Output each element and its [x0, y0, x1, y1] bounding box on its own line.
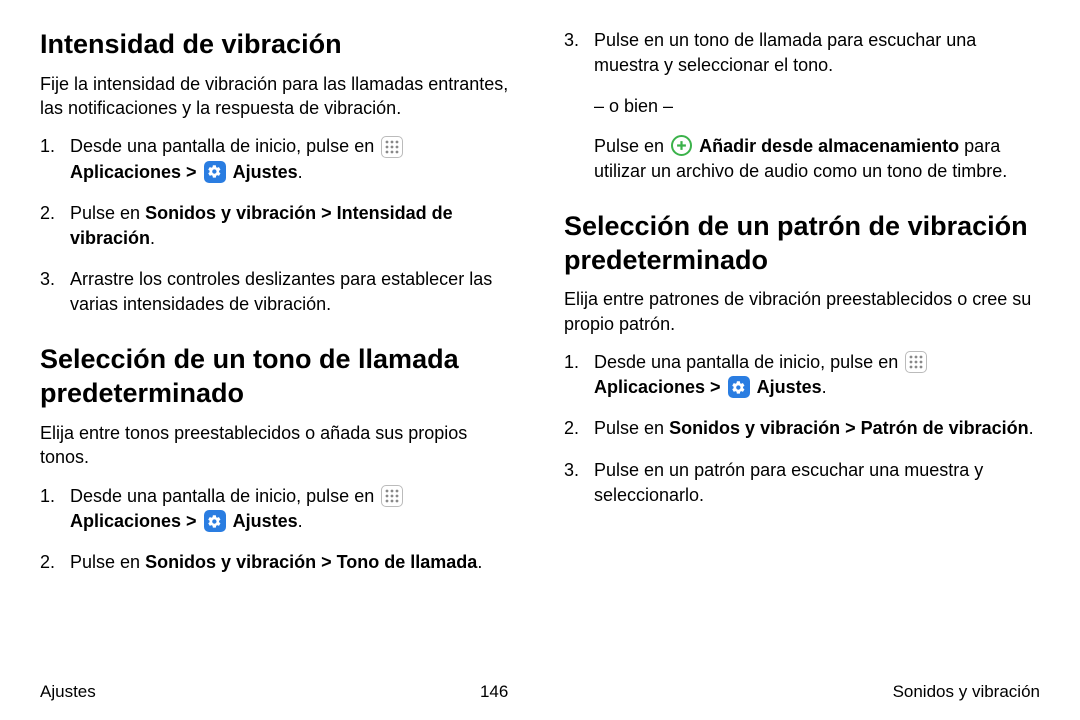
footer-right: Sonidos y vibración	[893, 682, 1040, 702]
footer-left: Ajustes	[40, 682, 96, 702]
heading-default-vibration-pattern: Selección de un patrón de vibración pred…	[564, 210, 1040, 278]
two-column-layout: Intensidad de vibración Fije la intensid…	[40, 28, 1040, 668]
gear-icon	[728, 376, 750, 398]
plus-circle-icon	[671, 135, 692, 156]
step-text-bold: Sonidos y vibración > Patrón de vibració…	[669, 418, 1029, 438]
period: .	[298, 162, 303, 182]
apps-grid-icon	[381, 136, 403, 158]
apps-label: Aplicaciones	[70, 511, 181, 531]
add-label: Añadir desde almacenamiento	[699, 136, 959, 156]
heading-default-ringtone: Selección de un tono de llamada predeter…	[40, 343, 516, 411]
steps-ringtone-continued: Pulse en un tono de llamada para escucha…	[564, 28, 1040, 78]
step-text-pre: Pulse en	[594, 418, 669, 438]
period: .	[477, 552, 482, 572]
gear-icon	[204, 510, 226, 532]
step-text-bold: Sonidos y vibración > Tono de llamada	[145, 552, 477, 572]
intro-default-vibration-pattern: Elija entre patrones de vibración preest…	[564, 287, 1040, 336]
right-column: Pulse en un tono de llamada para escucha…	[564, 28, 1040, 668]
step-text: Desde una pantalla de inicio, pulse en	[70, 486, 379, 506]
apps-label: Aplicaciones	[594, 377, 705, 397]
settings-label: Ajustes	[757, 377, 822, 397]
step-text: Desde una pantalla de inicio, pulse en	[70, 136, 379, 156]
intro-default-ringtone: Elija entre tonos preestablecidos o añad…	[40, 421, 516, 470]
or-divider: – o bien –	[564, 94, 1040, 119]
period: .	[822, 377, 827, 397]
text-pre: Pulse en	[594, 136, 669, 156]
steps-vibration-intensity: Desde una pantalla de inicio, pulse en A…	[40, 134, 516, 317]
step-2: Pulse en Sonidos y vibración > Tono de l…	[40, 550, 516, 575]
step-2: Pulse en Sonidos y vibración > Patrón de…	[564, 416, 1040, 441]
step-3: Pulse en un tono de llamada para escucha…	[564, 28, 1040, 78]
steps-vibration-pattern: Desde una pantalla de inicio, pulse en A…	[564, 350, 1040, 508]
sep: >	[181, 162, 202, 182]
gear-icon	[204, 161, 226, 183]
step-3: Pulse en un patrón para escuchar una mue…	[564, 458, 1040, 508]
add-from-storage: Pulse en Añadir desde almacenamiento par…	[564, 134, 1040, 184]
sep: >	[181, 511, 202, 531]
step-3: Arrastre los controles deslizantes para …	[40, 267, 516, 317]
left-column: Intensidad de vibración Fije la intensid…	[40, 28, 516, 668]
intro-vibration-intensity: Fije la intensidad de vibración para las…	[40, 72, 516, 121]
period: .	[1029, 418, 1034, 438]
steps-default-ringtone: Desde una pantalla de inicio, pulse en A…	[40, 484, 516, 576]
apps-label: Aplicaciones	[70, 162, 181, 182]
step-1: Desde una pantalla de inicio, pulse en A…	[40, 484, 516, 534]
settings-label: Ajustes	[233, 511, 298, 531]
heading-vibration-intensity: Intensidad de vibración	[40, 28, 516, 62]
step-text-pre: Pulse en	[70, 203, 145, 223]
step-1: Desde una pantalla de inicio, pulse en A…	[564, 350, 1040, 400]
apps-grid-icon	[381, 485, 403, 507]
period: .	[298, 511, 303, 531]
step-2: Pulse en Sonidos y vibración > Intensida…	[40, 201, 516, 251]
step-text: Desde una pantalla de inicio, pulse en	[594, 352, 903, 372]
footer-page-number: 146	[480, 682, 508, 702]
step-text-pre: Pulse en	[70, 552, 145, 572]
page-footer: Ajustes 146 Sonidos y vibración	[40, 682, 1040, 702]
step-1: Desde una pantalla de inicio, pulse en A…	[40, 134, 516, 184]
settings-label: Ajustes	[233, 162, 298, 182]
period: .	[150, 228, 155, 248]
sep: >	[705, 377, 726, 397]
apps-grid-icon	[905, 351, 927, 373]
